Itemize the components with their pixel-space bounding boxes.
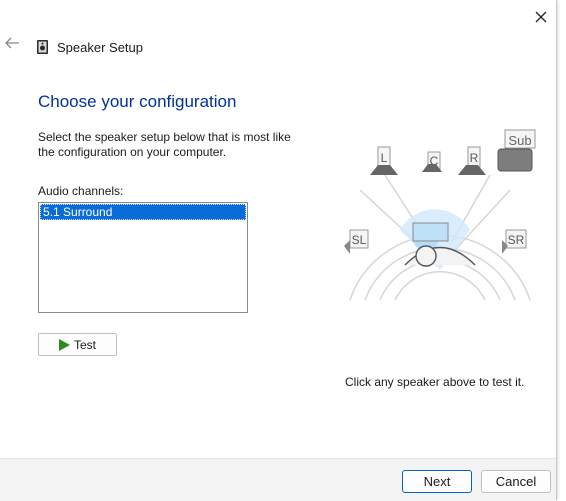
page-title: Choose your configuration	[38, 92, 237, 111]
close-icon	[535, 11, 547, 23]
play-icon	[58, 338, 70, 351]
speaker-center[interactable]: C	[422, 151, 442, 172]
speaker-sub-label: Sub	[508, 133, 531, 148]
audio-channels-label: Audio channels:	[38, 184, 124, 198]
speaker-surround-right[interactable]: SR	[502, 229, 527, 254]
speaker-sr-label: SR	[508, 233, 525, 247]
speaker-test-hint: Click any speaker above to test it.	[345, 375, 525, 389]
speaker-right-label: R	[470, 151, 479, 165]
speaker-sub[interactable]: Sub	[497, 129, 536, 172]
speaker-left[interactable]: L	[370, 146, 398, 175]
back-arrow-icon	[5, 37, 19, 49]
back-button[interactable]	[4, 36, 24, 56]
audio-channels-listbox[interactable]: 5.1 Surround	[38, 202, 248, 313]
list-item[interactable]: 5.1 Surround	[40, 204, 246, 220]
speaker-app-icon	[37, 40, 48, 54]
speaker-left-label: L	[381, 151, 388, 165]
test-button-label: Test	[73, 337, 96, 352]
next-button[interactable]: Next	[402, 470, 472, 493]
window-title: Speaker Setup	[57, 40, 144, 55]
cancel-button[interactable]: Cancel	[481, 470, 551, 493]
dialog-footer	[0, 458, 556, 501]
speaker-sl-label: SL	[352, 233, 367, 247]
test-button[interactable]: Test	[38, 333, 117, 356]
speaker-right[interactable]: R	[458, 146, 486, 175]
speaker-surround-left[interactable]: SL	[344, 229, 369, 254]
speaker-setup-dialog: Speaker Setup Choose your configuration …	[0, 0, 557, 501]
speaker-layout-diagram: L C R Sub SL SR	[344, 129, 536, 301]
instructions-text: Select the speaker setup below that is m…	[38, 130, 291, 159]
close-button[interactable]	[530, 6, 552, 28]
